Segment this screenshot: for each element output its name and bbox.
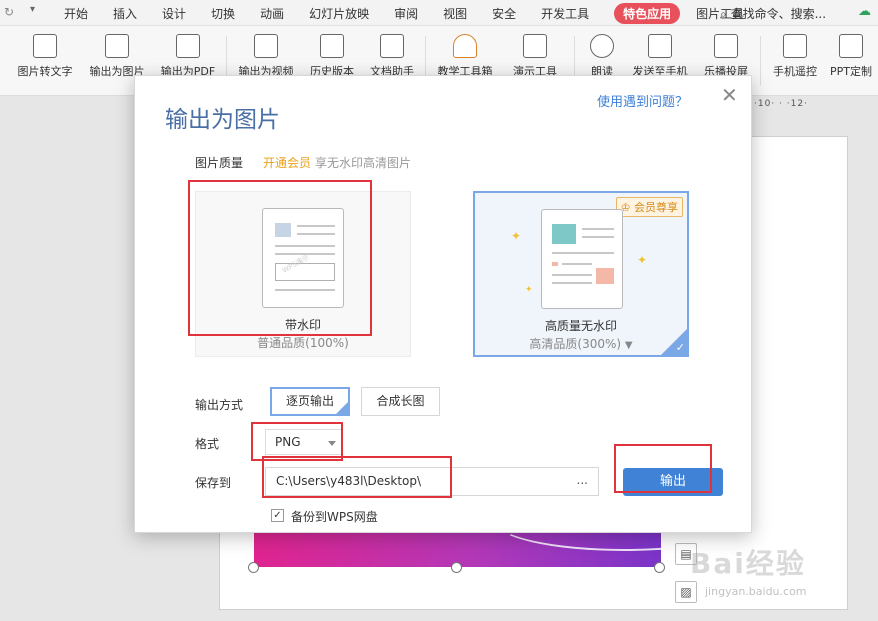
export-pdf-icon [176,34,200,58]
preview-line [582,228,614,230]
quality-label: 图片质量 [195,156,244,170]
presentation-tools-button[interactable]: 演示工具 [504,34,566,79]
annotation-highlight [188,180,372,336]
vip-link[interactable]: 开通会员 [263,154,311,171]
preview-image-block [552,224,576,244]
quality-option-sub-text: 高清品质(300%) [529,337,622,351]
export-image-button[interactable]: 输出为图片 [86,34,148,79]
teaching-toolbox-icon [453,34,477,58]
preview-line [552,274,592,276]
quality-option-sub: 普通品质(100%) [257,336,349,350]
history-button[interactable]: 历史版本 [304,34,360,79]
annotation-highlight [262,456,452,498]
tab-transition[interactable]: 切换 [211,5,235,22]
preview-line [562,263,592,265]
long-image-label: 合成长图 [376,394,425,408]
page-by-page-button[interactable]: 逐页输出 [270,387,350,416]
tab-home[interactable]: 开始 [64,5,88,22]
backup-checkbox[interactable]: ✓ [271,509,284,522]
ribbon-button-label: 图片转文字 [17,65,73,78]
command-search[interactable]: ⌕ 查找命令、搜索... [720,5,826,22]
horizontal-ruler: ·10· · ·12· [754,99,808,109]
preview-line [552,252,614,254]
export-video-button[interactable]: 输出为视频 [234,34,298,79]
search-placeholder: 查找命令、搜索... [730,7,827,21]
tab-insert[interactable]: 插入 [113,5,137,22]
phone-remote-button[interactable]: 手机遥控 [768,34,822,79]
resize-handle[interactable] [451,562,462,573]
cast-screen-icon [714,34,738,58]
sparkle-icon: ✦ [637,253,648,267]
long-image-button[interactable]: 合成长图 [361,387,440,416]
export-image-icon [105,34,129,58]
menu-bar: ↻ ▾ 开始 插入 设计 切换 动画 幻灯片放映 审阅 视图 安全 开发工具 特… [0,0,878,26]
menu-tabs: 开始 插入 设计 切换 动画 幻灯片放映 审阅 视图 安全 开发工具 特色应用 … [64,0,769,26]
doc-assistant-icon [380,34,404,58]
cast-screen-button[interactable]: 乐播投屏 [698,34,754,79]
page-by-page-label: 逐页输出 [285,394,334,408]
annotation-highlight [614,444,712,493]
ppt-custom-icon [839,34,863,58]
crop-icon[interactable]: ▨ [675,581,697,603]
microphone-icon [590,34,614,58]
quality-option-sub: 高清品质(300%) ▼ [475,335,687,352]
quality-option-hd[interactable]: ♔ 会员尊享 ✦ ✦ ✦ 高质量无水印 高清品质(300%) ▼ ✓ [473,191,689,357]
phone-remote-icon [783,34,807,58]
preview-line [582,236,614,238]
history-icon [320,34,344,58]
read-aloud-button[interactable]: 朗读 [582,34,622,79]
presentation-tools-icon [523,34,547,58]
backup-label: 备份到WPS网盘 [291,510,378,524]
output-mode-label: 输出方式 [195,398,244,412]
quick-access-dropdown-icon[interactable]: ▾ [30,4,35,15]
vip-note: 享无水印高清图片 [315,156,412,170]
baidu-watermark: Bai经验 [690,547,806,580]
save-to-label: 保存到 [195,476,232,490]
help-link[interactable]: 使用遇到问题？ [597,91,688,110]
search-icon: ⌕ [720,7,727,21]
tab-view[interactable]: 视图 [443,5,467,22]
ribbon-separator [760,36,761,86]
close-icon[interactable]: ✕ [721,85,738,105]
vip-exclusive-badge: ♔ 会员尊享 [615,197,683,217]
selected-indicator [336,402,348,414]
send-to-phone-button[interactable]: 发送至手机 [628,34,692,79]
tab-review[interactable]: 审阅 [394,5,418,22]
ppt-custom-button[interactable]: PPT定制 [826,34,876,79]
browse-button[interactable]: ... [577,473,588,487]
image-to-text-button[interactable]: 图片转文字 [14,34,76,79]
preview-bullet [552,262,558,266]
tab-special-apps[interactable]: 特色应用 [614,2,681,24]
send-to-phone-icon [648,34,672,58]
tab-design[interactable]: 设计 [162,5,186,22]
resize-handle[interactable] [654,562,665,573]
export-video-icon [254,34,278,58]
redo-icon[interactable]: ↻ [4,5,14,19]
doc-assistant-button[interactable]: 文档助手 [364,34,420,79]
sparkle-icon: ✦ [525,285,533,295]
preview-image-block [596,268,614,284]
check-icon: ✓ [675,341,685,354]
cloud-sync-icon[interactable]: ☁ [858,4,871,19]
quality-option-name: 高质量无水印 [544,319,617,333]
baidu-watermark-url: jingyan.baidu.com [705,585,807,598]
ribbon-button-label: 手机遥控 [773,65,817,78]
chevron-down-icon[interactable]: ▼ [625,340,633,351]
document-preview-icon [541,209,623,309]
preview-line [552,282,592,284]
teaching-toolbox-button[interactable]: 教学工具箱 [432,34,498,79]
tab-animation[interactable]: 动画 [260,5,284,22]
tab-security[interactable]: 安全 [492,5,516,22]
resize-handle[interactable] [248,562,259,573]
vip-badge-label: 会员尊享 [634,201,678,214]
sparkle-icon: ✦ [511,229,522,243]
tab-developer[interactable]: 开发工具 [541,5,589,22]
ribbon-button-label: PPT定制 [830,65,872,78]
image-to-text-icon [33,34,57,58]
format-label: 格式 [195,437,220,451]
dialog-title: 输出为图片 [165,107,280,133]
tab-slideshow[interactable]: 幻灯片放映 [309,5,369,22]
export-pdf-button[interactable]: 输出为PDF [156,34,220,79]
